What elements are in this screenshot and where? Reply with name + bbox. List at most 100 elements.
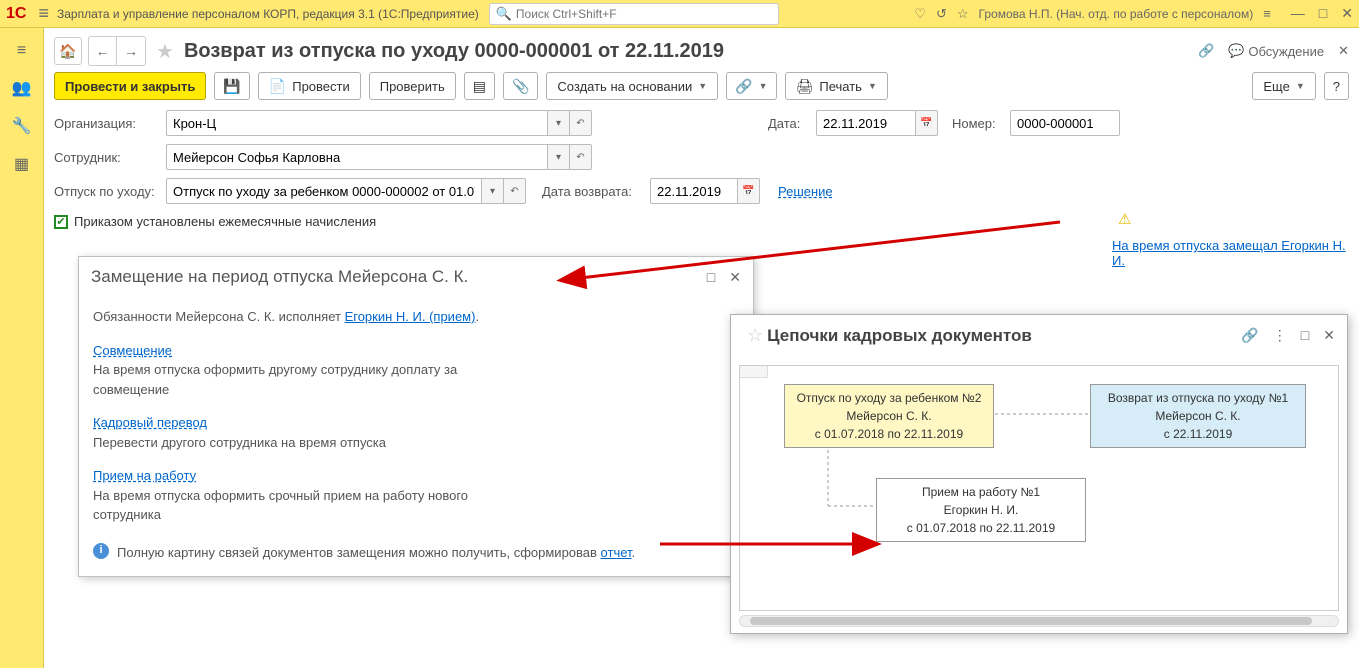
post-button[interactable]: 📄Провести — [258, 72, 361, 100]
date-field[interactable]: 📅 — [816, 110, 938, 136]
create-based-button[interactable]: Создать на основании▼ — [546, 72, 718, 100]
nav-forward-button[interactable]: → — [117, 37, 145, 65]
org-label: Организация: — [54, 116, 158, 131]
hiring-desc: На время отпуска оформить срочный прием … — [93, 486, 493, 525]
warning-icon: ⚠ — [1118, 210, 1131, 228]
post-and-close-button[interactable]: Провести и закрыть — [54, 72, 206, 100]
doc-box-leave[interactable]: Отпуск по уходу за ребенком №2 Мейерсон … — [784, 384, 994, 448]
help-button[interactable]: ? — [1324, 72, 1349, 100]
page-title: Возврат из отпуска по уходу 0000-000001 … — [184, 40, 724, 63]
sidebar-menu-icon[interactable]: ≡ — [17, 42, 26, 60]
emp-open-icon[interactable]: ↶ — [570, 144, 592, 170]
return-input[interactable] — [650, 178, 738, 204]
combination-link[interactable]: Совмещение — [93, 343, 172, 358]
discussion-button[interactable]: 💬 Обсуждение — [1228, 43, 1324, 59]
global-search[interactable]: 🔍 — [489, 3, 779, 25]
app-titlebar: 1C ≡ Зарплата и управление персоналом КО… — [0, 0, 1359, 28]
check-button[interactable]: Проверить — [369, 72, 456, 100]
doc-box-return[interactable]: Возврат из отпуска по уходу №1 Мейерсон … — [1090, 384, 1306, 448]
leave-open-icon[interactable]: ↶ — [504, 178, 526, 204]
return-field[interactable]: 📅 — [650, 178, 760, 204]
box3-line1: Прием на работу №1 — [883, 483, 1079, 501]
window-close-icon[interactable]: ✕ — [1341, 5, 1353, 22]
post-icon: 📄 — [269, 78, 286, 95]
box2-line1: Возврат из отпуска по уходу №1 — [1097, 389, 1299, 407]
popup2-link-icon[interactable]: 🔗 — [1241, 327, 1258, 344]
paperclip-icon: 📎 — [512, 78, 529, 95]
popup-maximize-icon[interactable]: □ — [707, 269, 715, 286]
report-link[interactable]: отчет — [601, 545, 632, 560]
left-sidebar: ≡ 👥 🔧 ▦ — [0, 28, 44, 668]
emp-dropdown-icon[interactable]: ▾ — [548, 144, 570, 170]
home-button[interactable]: 🏠 — [54, 37, 82, 65]
horizontal-scrollbar[interactable] — [739, 615, 1339, 627]
save-button[interactable]: 💾 — [214, 72, 249, 100]
org-open-icon[interactable]: ↶ — [570, 110, 592, 136]
nav-back-button[interactable]: ← — [89, 37, 117, 65]
more-button[interactable]: Еще▼ — [1252, 72, 1315, 100]
leave-dropdown-icon[interactable]: ▾ — [482, 178, 504, 204]
number-input[interactable] — [1010, 110, 1120, 136]
print-icon: 🖨 — [796, 78, 814, 95]
scrollbar-thumb[interactable] — [750, 617, 1312, 625]
number-label: Номер: — [952, 116, 1002, 131]
star-icon[interactable]: ☆ — [957, 6, 969, 22]
hiring-link[interactable]: Прием на работу — [93, 468, 196, 483]
popup-close-icon[interactable]: ✕ — [729, 269, 741, 286]
settings-icon[interactable]: ≡ — [1263, 6, 1271, 21]
related-button[interactable]: 🔗▼ — [726, 72, 776, 100]
date-label: Дата: — [768, 116, 808, 131]
popup2-menu-icon[interactable]: ⋮ — [1273, 327, 1287, 344]
sidebar-tools-icon[interactable]: 🔧 — [12, 116, 32, 136]
canvas-corner — [740, 366, 768, 378]
combination-desc: На время отпуска оформить другому сотруд… — [93, 360, 473, 399]
app-title: Зарплата и управление персоналом КОРП, р… — [57, 7, 479, 21]
date-calendar-icon[interactable]: 📅 — [916, 110, 938, 136]
sidebar-card-icon[interactable]: ▦ — [14, 154, 29, 174]
list-button[interactable]: ▤ — [464, 72, 495, 100]
org-dropdown-icon[interactable]: ▾ — [548, 110, 570, 136]
current-user[interactable]: Громова Н.П. (Нач. отд. по работе с перс… — [979, 7, 1254, 21]
box3-line2: Егоркин Н. И. — [883, 501, 1079, 519]
logo-1c: 1C — [6, 5, 26, 23]
org-input[interactable] — [166, 110, 548, 136]
org-field[interactable]: ▾ ↶ — [166, 110, 592, 136]
history-icon[interactable]: ↺ — [936, 6, 947, 22]
leave-label: Отпуск по уходу: — [54, 184, 158, 199]
favorite-star-icon[interactable]: ★ — [156, 39, 174, 64]
list-icon: ▤ — [473, 78, 486, 95]
row-employee: Сотрудник: ▾ ↶ — [54, 144, 1349, 170]
window-minimize-icon[interactable]: — — [1291, 5, 1305, 22]
popup2-close-icon[interactable]: ✕ — [1323, 327, 1335, 344]
more-label: Еще — [1263, 79, 1289, 94]
monthly-accruals-checkbox[interactable]: ✔ — [54, 215, 68, 229]
substitution-link[interactable]: На время отпуска замещал Егоркин Н. И. — [1112, 238, 1359, 268]
link-icon[interactable]: 🔗 — [1198, 43, 1214, 59]
checkbox-label: Приказом установлены ежемесячные начисле… — [74, 214, 376, 229]
popup2-star-icon[interactable]: ☆ — [747, 325, 763, 346]
emp-input[interactable] — [166, 144, 548, 170]
bell-icon[interactable]: ♡ — [914, 6, 926, 22]
return-label: Дата возврата: — [542, 184, 642, 199]
date-input[interactable] — [816, 110, 916, 136]
attach-button[interactable]: 📎 — [503, 72, 538, 100]
number-field[interactable] — [1010, 110, 1120, 136]
window-maximize-icon[interactable]: □ — [1319, 5, 1327, 22]
intro-link[interactable]: Егоркин Н. И. (прием) — [345, 309, 476, 324]
close-page-icon[interactable]: ✕ — [1338, 43, 1349, 59]
search-input[interactable] — [516, 7, 772, 21]
print-button[interactable]: 🖨Печать▼ — [785, 72, 888, 100]
leave-input[interactable] — [166, 178, 482, 204]
return-calendar-icon[interactable]: 📅 — [738, 178, 760, 204]
main-menu-icon[interactable]: ≡ — [38, 3, 49, 24]
box2-line3: с 22.11.2019 — [1097, 425, 1299, 443]
leave-field[interactable]: ▾ ↶ — [166, 178, 526, 204]
sidebar-users-icon[interactable]: 👥 — [12, 78, 32, 98]
decision-link[interactable]: Решение — [778, 184, 833, 199]
doc-box-hiring[interactable]: Прием на работу №1 Егоркин Н. И. с 01.07… — [876, 478, 1086, 542]
create-based-label: Создать на основании — [557, 79, 692, 94]
info-text: Полную картину связей документов замещен… — [117, 545, 601, 560]
popup2-maximize-icon[interactable]: □ — [1301, 327, 1309, 344]
transfer-link[interactable]: Кадровый перевод — [93, 415, 207, 430]
emp-field[interactable]: ▾ ↶ — [166, 144, 592, 170]
